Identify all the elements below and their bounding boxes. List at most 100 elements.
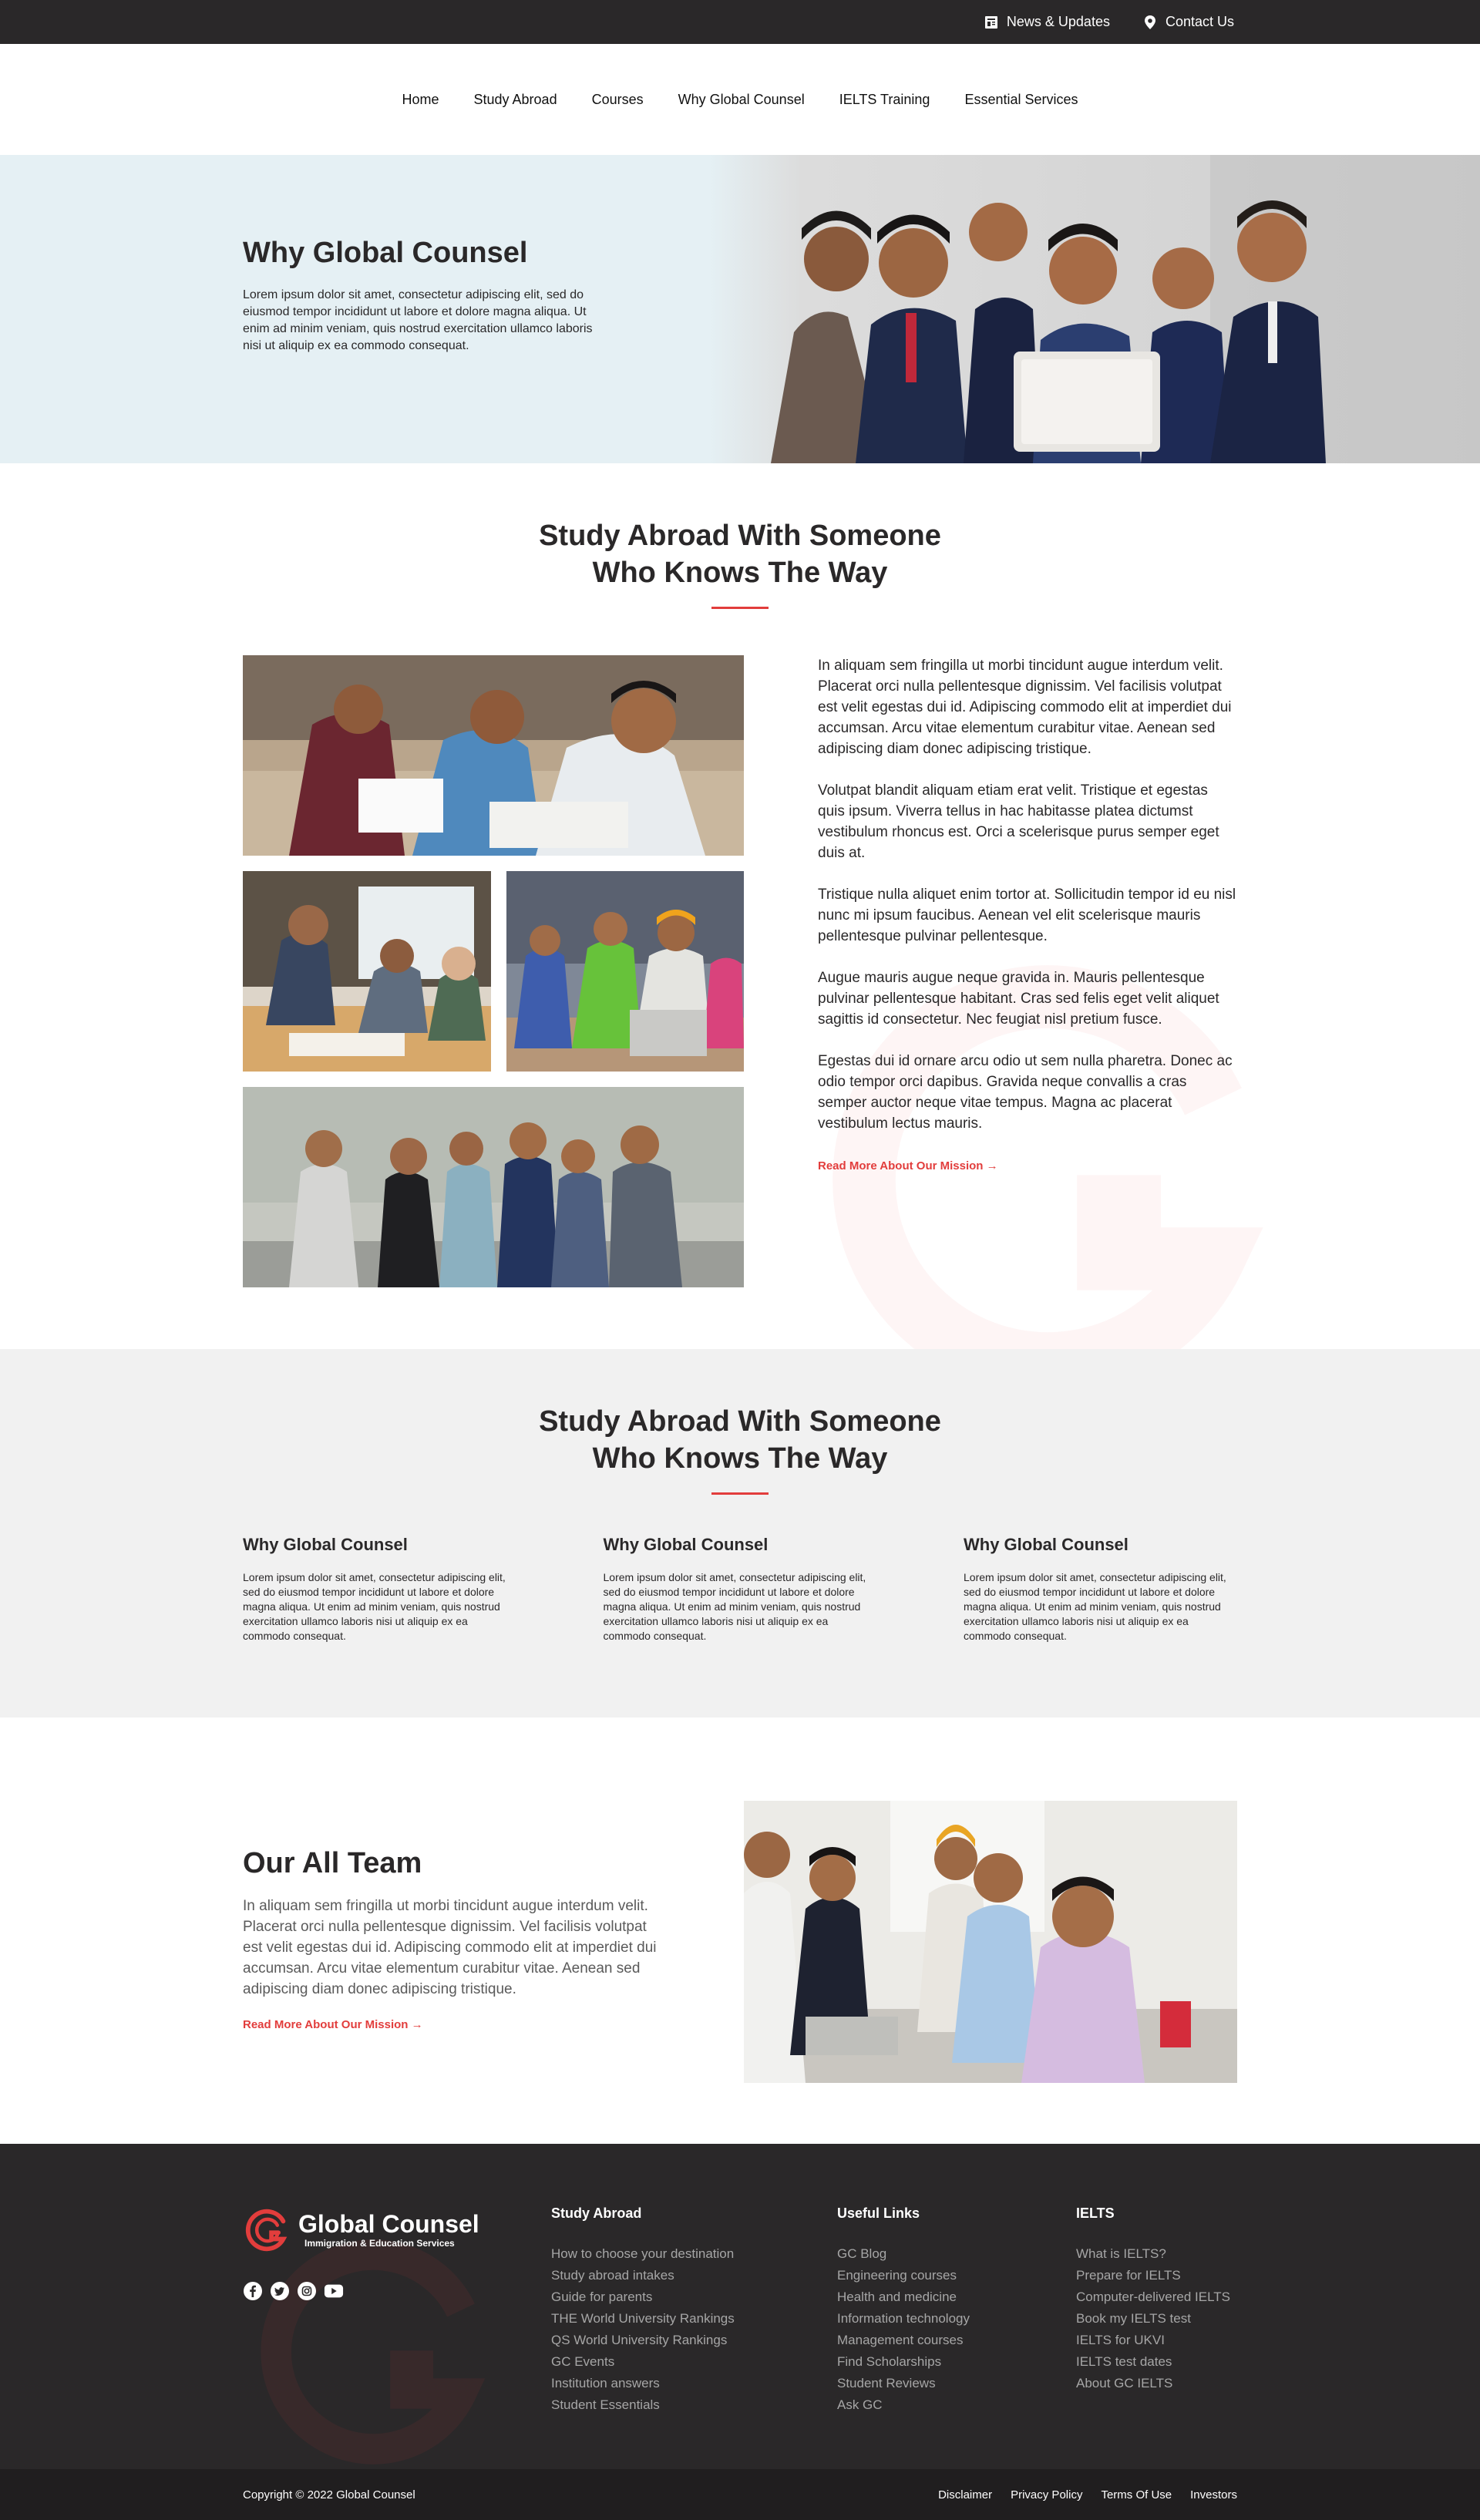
contact-us-label: Contact Us xyxy=(1165,14,1234,29)
brand-logo[interactable]: Global Counsel Immigration & Education S… xyxy=(243,2205,551,2255)
social-links xyxy=(243,2281,551,2301)
feature-column: Why Global Counsel Lorem ipsum dolor sit… xyxy=(604,1535,877,1644)
instagram-icon[interactable] xyxy=(297,2281,317,2301)
legal-link-terms-of-use[interactable]: Terms Of Use xyxy=(1101,2488,1172,2501)
footer-link[interactable]: Engineering courses xyxy=(837,2265,970,2286)
footer-link[interactable]: What is IELTS? xyxy=(1076,2243,1230,2265)
hero-description: Lorem ipsum dolor sit amet, consectetur … xyxy=(243,288,593,352)
title-underline xyxy=(711,1492,769,1495)
intro-paragraph-2: Volutpat blandit aliquam etiam erat veli… xyxy=(818,782,1219,861)
feature-text: Lorem ipsum dolor sit amet, consectetur … xyxy=(243,1571,506,1642)
footer-link[interactable]: GC Blog xyxy=(837,2243,970,2265)
footer-brand: Global Counsel Immigration & Education S… xyxy=(243,2205,551,2301)
footer-link[interactable]: IELTS for UKVI xyxy=(1076,2330,1230,2351)
bottom-bar: Copyright © 2022 Global Counsel Disclaim… xyxy=(0,2469,1480,2520)
footer-link[interactable]: IELTS test dates xyxy=(1076,2351,1230,2373)
footer-link[interactable]: Find Scholarships xyxy=(837,2351,970,2373)
top-utility-bar: News & Updates Contact Us xyxy=(0,0,1480,44)
feature-title: Why Global Counsel xyxy=(243,1535,408,1554)
hero-text-block: Why Global Counsel Lorem ipsum dolor sit… xyxy=(243,237,605,355)
footer-link[interactable]: THE World University Rankings xyxy=(551,2308,735,2330)
site-footer: Global Counsel Immigration & Education S… xyxy=(0,2144,1480,2469)
team-title: Our All Team xyxy=(243,1847,422,1879)
title-underline xyxy=(711,607,769,609)
footer-link[interactable]: Health and medicine xyxy=(837,2286,970,2308)
nav-item-home[interactable]: Home xyxy=(402,92,439,108)
features-title-line-1: Study Abroad With Someone xyxy=(539,1405,941,1438)
features-section: Study Abroad With Someone Who Knows The … xyxy=(0,1349,1480,1718)
read-more-mission-link[interactable]: Read More About Our Mission → xyxy=(818,1159,998,1173)
intro-paragraph-1: In aliquam sem fringilla ut morbi tincid… xyxy=(818,658,1232,757)
footer-column-useful-links: Useful Links GC Blog Engineering courses… xyxy=(837,2205,970,2416)
brand-tagline: Immigration & Education Services xyxy=(304,2238,455,2249)
hero-students-photo xyxy=(709,155,1480,463)
intro-section: Study Abroad With Someone Who Knows The … xyxy=(0,463,1480,1349)
intro-section-title: Study Abroad With Someone Who Knows The … xyxy=(243,517,1237,591)
footer-link[interactable]: Information technology xyxy=(837,2308,970,2330)
location-pin-icon xyxy=(1144,15,1155,29)
features-section-title: Study Abroad With Someone Who Knows The … xyxy=(243,1403,1237,1477)
footer-link[interactable]: Guide for parents xyxy=(551,2286,735,2308)
footer-link[interactable]: Management courses xyxy=(837,2330,970,2351)
feature-text: Lorem ipsum dolor sit amet, consectetur … xyxy=(964,1571,1226,1642)
team-text-block: Our All Team In aliquam sem fringilla ut… xyxy=(243,1847,659,2032)
legal-link-disclaimer[interactable]: Disclaimer xyxy=(938,2488,992,2501)
students-walking-photo xyxy=(243,1087,744,1287)
intro-title-line-1: Study Abroad With Someone xyxy=(539,520,941,552)
footer-column-title: IELTS xyxy=(1076,2205,1115,2221)
footer-column-ielts: IELTS What is IELTS? Prepare for IELTS C… xyxy=(1076,2205,1230,2394)
team-read-more-link[interactable]: Read More About Our Mission → xyxy=(243,2018,423,2031)
photo-collage xyxy=(243,655,744,1287)
footer-link[interactable]: Prepare for IELTS xyxy=(1076,2265,1230,2286)
feature-title: Why Global Counsel xyxy=(964,1535,1128,1554)
nav-item-study-abroad[interactable]: Study Abroad xyxy=(474,92,557,108)
news-updates-link[interactable]: News & Updates xyxy=(984,14,1110,30)
feature-column: Why Global Counsel Lorem ipsum dolor sit… xyxy=(964,1535,1237,1644)
footer-link[interactable]: About GC IELTS xyxy=(1076,2373,1230,2394)
feature-title: Why Global Counsel xyxy=(603,1535,769,1554)
library-study-photo xyxy=(243,871,491,1072)
intro-text-block: In aliquam sem fringilla ut morbi tincid… xyxy=(818,655,1237,1287)
intro-paragraph-4: Augue mauris augue neque gravida in. Mau… xyxy=(818,970,1219,1028)
footer-link[interactable]: Study abroad intakes xyxy=(551,2265,735,2286)
newspaper-icon xyxy=(984,15,997,29)
team-working-photo xyxy=(744,1801,1237,2083)
footer-link[interactable]: Ask GC xyxy=(837,2394,970,2416)
intro-title-line-2: Who Knows The Way xyxy=(592,557,888,589)
footer-column-title: Useful Links xyxy=(837,2205,920,2221)
footer-link[interactable]: QS World University Rankings xyxy=(551,2330,735,2351)
students-studying-photo xyxy=(243,655,744,856)
footer-column-study-abroad: Study Abroad How to choose your destinat… xyxy=(551,2205,735,2416)
feature-text: Lorem ipsum dolor sit amet, consectetur … xyxy=(603,1571,866,1642)
intro-paragraph-5: Egestas dui id ornare arcu odio ut sem n… xyxy=(818,1053,1233,1132)
hero-banner: Why Global Counsel Lorem ipsum dolor sit… xyxy=(0,155,1480,463)
nav-item-ielts-training[interactable]: IELTS Training xyxy=(839,92,930,108)
team-description: In aliquam sem fringilla ut morbi tincid… xyxy=(243,1898,657,1997)
footer-column-title: Study Abroad xyxy=(551,2205,642,2221)
facebook-icon[interactable] xyxy=(243,2281,263,2301)
footer-link[interactable]: Book my IELTS test xyxy=(1076,2308,1230,2330)
footer-link[interactable]: How to choose your destination xyxy=(551,2243,735,2265)
legal-link-privacy-policy[interactable]: Privacy Policy xyxy=(1011,2488,1082,2501)
main-navigation: Home Study Abroad Courses Why Global Cou… xyxy=(0,44,1480,155)
feature-column: Why Global Counsel Lorem ipsum dolor sit… xyxy=(243,1535,516,1644)
news-updates-label: News & Updates xyxy=(1006,14,1110,29)
legal-link-investors[interactable]: Investors xyxy=(1190,2488,1237,2501)
contact-us-link[interactable]: Contact Us xyxy=(1142,14,1234,30)
nav-item-courses[interactable]: Courses xyxy=(592,92,644,108)
hero-title: Why Global Counsel xyxy=(243,237,528,269)
footer-link[interactable]: Student Reviews xyxy=(837,2373,970,2394)
legal-links: Disclaimer Privacy Policy Terms Of Use I… xyxy=(938,2488,1237,2501)
nav-item-why-global-counsel[interactable]: Why Global Counsel xyxy=(678,92,805,108)
global-counsel-logo-icon xyxy=(245,2209,288,2252)
team-section: Our All Team In aliquam sem fringilla ut… xyxy=(0,1718,1480,2144)
footer-link[interactable]: GC Events xyxy=(551,2351,735,2373)
copyright-text: Copyright © 2022 Global Counsel xyxy=(243,2488,415,2501)
footer-link[interactable]: Computer-delivered IELTS xyxy=(1076,2286,1230,2308)
footer-link[interactable]: Institution answers xyxy=(551,2373,735,2394)
features-title-line-2: Who Knows The Way xyxy=(592,1442,888,1475)
twitter-icon[interactable] xyxy=(270,2281,290,2301)
youtube-icon[interactable] xyxy=(324,2281,344,2301)
footer-link[interactable]: Student Essentials xyxy=(551,2394,735,2416)
nav-item-essential-services[interactable]: Essential Services xyxy=(964,92,1078,108)
